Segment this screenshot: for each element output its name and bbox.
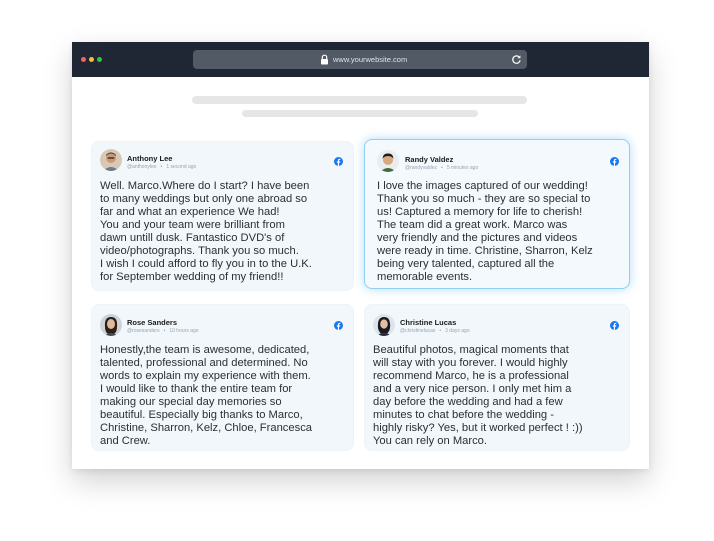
facebook-icon[interactable]	[334, 157, 343, 166]
review-meta: @randyvaldez • 5 minutes ago	[405, 165, 479, 171]
review-text: I love the images captured of our weddin…	[377, 180, 593, 283]
reload-icon[interactable]	[511, 54, 522, 65]
review-meta: @rosesanders • 10 hours ago	[127, 328, 199, 334]
close-window-button[interactable]	[81, 57, 86, 62]
review-time: 3 days ago	[445, 328, 470, 334]
browser-titlebar: www.yourwebsite.com	[72, 42, 649, 77]
facebook-icon[interactable]	[334, 321, 343, 330]
avatar	[377, 150, 399, 172]
review-card: Anthony Lee @anthonylee • 1 second ago Wel…	[91, 141, 354, 291]
review-time: 10 hours ago	[169, 328, 199, 334]
review-text: Beautiful photos, magical moments that w…	[373, 344, 583, 447]
maximize-window-button[interactable]	[97, 57, 102, 62]
avatar	[100, 314, 122, 336]
review-card-highlighted: Randy Valdez @randyvaldez • 5 minutes ago …	[364, 139, 630, 289]
reviewer-name: Christine Lucas	[400, 318, 457, 327]
reviewer-handle: @randyvaldez	[405, 165, 438, 171]
review-text: Honestly,the team is awesome, dedicated,…	[100, 344, 313, 447]
reviewer-handle: @rosesanders	[127, 328, 160, 334]
reviewer-name: Rose Sanders	[127, 318, 178, 327]
review-meta: @christinelucas • 3 days ago	[400, 328, 470, 334]
browser-window: www.yourwebsite.com Anthony Lee @anthony…	[72, 42, 649, 469]
facebook-icon[interactable]	[610, 157, 619, 166]
reviewer-name: Anthony Lee	[127, 154, 173, 163]
reviewer-handle: @christinelucas	[400, 328, 436, 334]
review-card: Rose Sanders @rosesanders • 10 hours ago H…	[91, 304, 354, 451]
review-time: 1 second ago	[166, 164, 197, 170]
review-meta: @anthonylee • 1 second ago	[127, 164, 197, 170]
review-time: 5 minutes ago	[446, 165, 479, 171]
url-text: www.yourwebsite.com	[333, 55, 408, 64]
facebook-icon[interactable]	[610, 321, 619, 330]
avatar	[373, 314, 395, 336]
reviewer-name: Randy Valdez	[405, 155, 454, 164]
placeholder-subheading-bar	[242, 110, 478, 117]
avatar	[100, 149, 122, 171]
reviewer-handle: @anthonylee	[127, 164, 157, 170]
address-bar[interactable]: www.yourwebsite.com	[193, 50, 527, 69]
review-text: Well. Marco.Where do I start? I have bee…	[100, 180, 312, 283]
lock-icon	[321, 54, 328, 65]
minimize-window-button[interactable]	[89, 57, 94, 62]
review-card: Christine Lucas @christinelucas • 3 days a…	[364, 304, 630, 451]
placeholder-heading-bar	[192, 96, 527, 104]
